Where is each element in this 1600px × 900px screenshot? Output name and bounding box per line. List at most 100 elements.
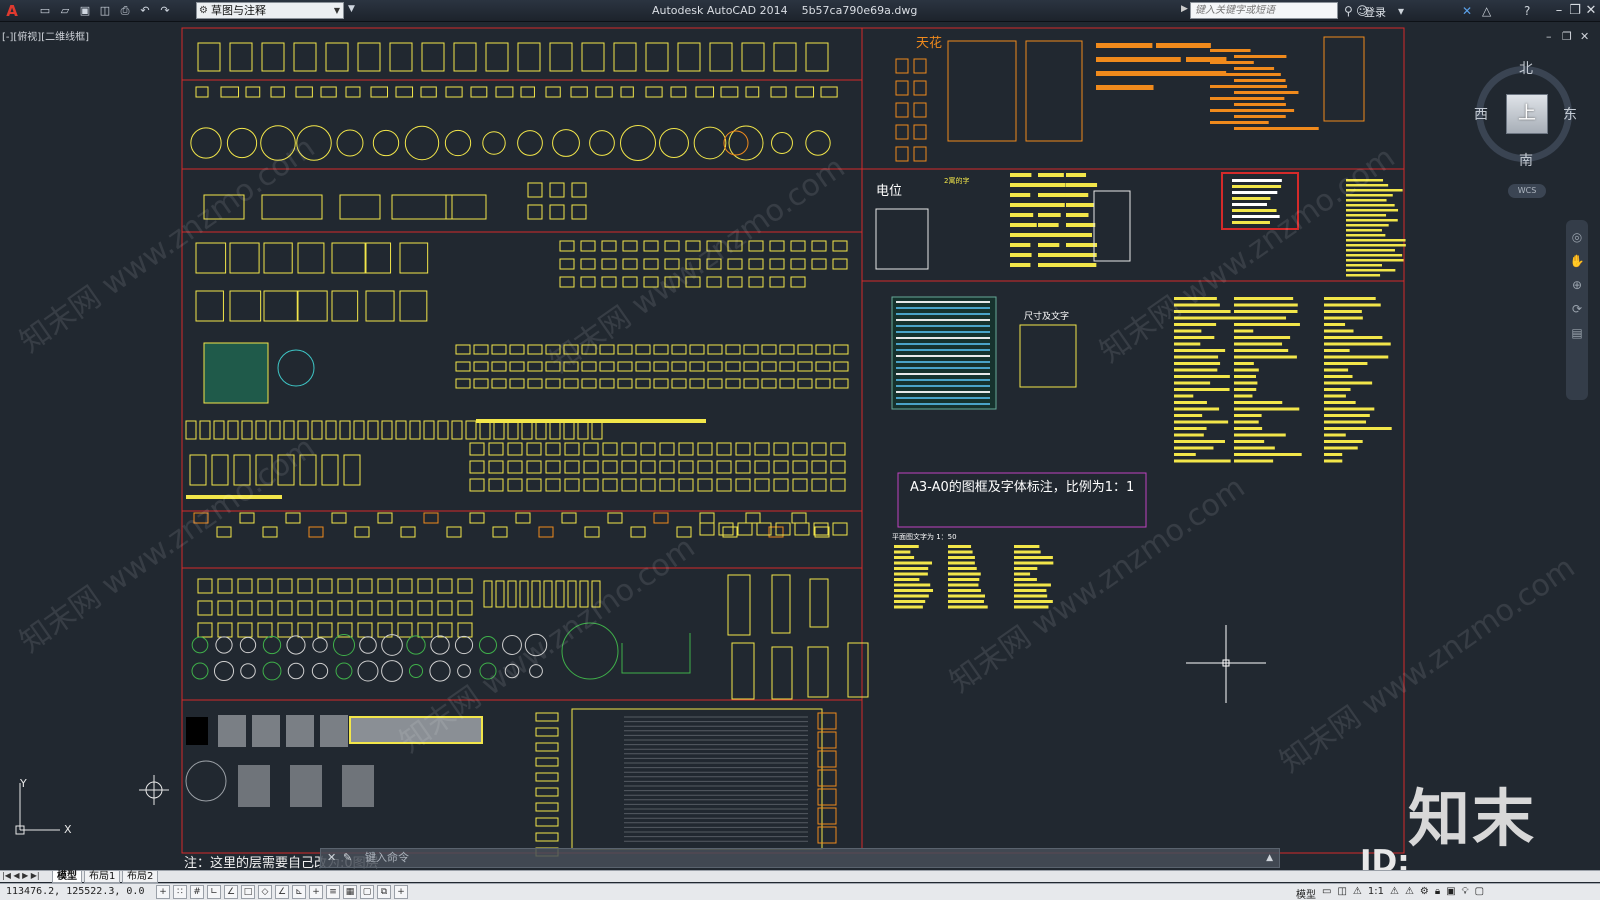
auto-scale-icon[interactable]: ⚠ — [1405, 886, 1414, 900]
app-menu-button[interactable]: A — [2, 2, 22, 20]
cad-block — [535, 802, 559, 812]
pan-icon[interactable]: ✋ — [1566, 254, 1588, 268]
cad-block — [895, 58, 909, 74]
cad-block — [761, 378, 777, 389]
viewport-controls[interactable]: [-][俯视][二维线框] — [2, 28, 89, 43]
cad-block — [735, 460, 751, 474]
cad-block — [507, 420, 519, 440]
close-button[interactable]: ✕ — [1580, 2, 1600, 20]
showmotion-icon[interactable]: ▤ — [1566, 326, 1588, 340]
undo-icon[interactable]: ↶ — [136, 3, 154, 19]
annotation-monitor-icon[interactable]: + — [394, 885, 408, 899]
ortho-icon[interactable]: ∟ — [207, 885, 221, 899]
text-sample — [1234, 303, 1298, 307]
quick-properties-icon[interactable]: ▢ — [360, 885, 374, 899]
model-space-toggle[interactable]: 模型 — [1296, 886, 1316, 900]
tab-layout2[interactable]: 布局2 — [122, 871, 159, 883]
orbit-icon[interactable]: ⟳ — [1566, 302, 1588, 316]
quick-view-icon[interactable]: ◫ — [1337, 886, 1346, 900]
viewcube-top-face[interactable]: 上 — [1506, 94, 1548, 134]
legend-bar — [1234, 79, 1286, 82]
lock-icon[interactable]: 🔒︎ — [1435, 886, 1440, 900]
layout-icon[interactable]: ▭ — [1322, 886, 1331, 900]
zoom-icon[interactable]: ⊕ — [1566, 278, 1588, 292]
tab-layout1[interactable]: 布局1 — [84, 871, 121, 883]
wcs-menu[interactable]: WCS — [1508, 184, 1546, 198]
clean-screen-icon[interactable]: ▢ — [1475, 886, 1484, 900]
polar-icon[interactable]: ∠ — [224, 885, 238, 899]
tab-model[interactable]: 模型 — [52, 871, 82, 883]
dynamic-input-icon[interactable]: + — [309, 885, 323, 899]
transparency-icon[interactable]: ▦ — [343, 885, 357, 899]
search-input[interactable]: 键入关键字或短语 — [1190, 2, 1338, 19]
login-dropdown-icon[interactable]: ▾ — [1398, 3, 1404, 19]
hardware-accel-icon[interactable]: ▣ — [1446, 886, 1455, 900]
selection-cycling-icon[interactable]: ⧉ — [377, 885, 391, 899]
legend-bar — [1126, 85, 1154, 90]
search-expand-icon[interactable]: ▶ — [1181, 4, 1188, 14]
isolate-icon[interactable]: 💡︎ — [1462, 886, 1469, 900]
text-sample — [948, 550, 973, 554]
cad-block — [521, 420, 533, 440]
command-line[interactable]: ✕ ✎ 键入命令 ▲ — [320, 848, 1280, 868]
lineweight-icon[interactable]: ≡ — [326, 885, 340, 899]
cad-symbol — [504, 663, 520, 679]
cad-block — [727, 574, 751, 636]
cad-block — [617, 344, 633, 355]
annotation-scale[interactable]: 1:1 — [1368, 886, 1384, 900]
cad-block — [563, 344, 579, 355]
osnap-icon[interactable]: □ — [241, 885, 255, 899]
doc-close-button[interactable]: ✕ — [1580, 30, 1589, 43]
viewcube[interactable]: 上 北 南 西 东 — [1474, 58, 1577, 170]
binoculars-icon[interactable]: ⚲ — [1344, 3, 1353, 19]
compass-east[interactable]: 东 — [1563, 104, 1577, 124]
cad-symbol — [589, 130, 615, 156]
doc-minimize-button[interactable]: – — [1546, 30, 1552, 43]
text-sample — [1174, 297, 1217, 300]
text-sample — [1174, 433, 1204, 437]
drawing-canvas[interactable]: 天花 电位 2寓的字 尺寸及文字 A3-A0的图框及字体标注，比例为1：1 平面图文字为 … — [0, 23, 1600, 871]
doc-restore-button[interactable]: ❐ — [1562, 30, 1572, 43]
grid-icon[interactable]: # — [190, 885, 204, 899]
otrack-icon[interactable]: ∠ — [275, 885, 289, 899]
compass-west[interactable]: 西 — [1474, 104, 1488, 124]
cad-block — [517, 42, 541, 72]
cad-block — [229, 42, 253, 72]
save-icon[interactable]: ▣ — [76, 3, 94, 19]
workspace-select[interactable]: ⚙ 草图与注释 ▼ — [196, 2, 344, 19]
annotation-scale-icon[interactable]: ⚠ — [1353, 886, 1362, 900]
chevron-up-icon[interactable]: ▲ — [1266, 849, 1273, 867]
qat-more-icon[interactable]: ▼ — [348, 4, 355, 14]
legend-bar — [1234, 55, 1287, 58]
compass-north[interactable]: 北 — [1519, 58, 1533, 78]
workspace-switch-icon[interactable]: ⚙ — [1420, 886, 1429, 900]
cad-block — [470, 86, 488, 98]
steering-wheel-icon[interactable]: ◎ — [1566, 230, 1588, 244]
new-file-icon[interactable]: ▭ — [36, 3, 54, 19]
redo-icon[interactable]: ↷ — [156, 3, 174, 19]
exchange-icon[interactable]: ✕ — [1462, 3, 1472, 19]
wrench-icon[interactable]: ✎ — [343, 849, 352, 867]
snap-mode-icon[interactable]: ∷ — [173, 885, 187, 899]
cad-block — [559, 258, 575, 270]
open-file-icon[interactable]: ▱ — [56, 3, 74, 19]
login-button[interactable]: 登录 — [1364, 4, 1386, 20]
command-input[interactable]: 键入命令 — [365, 849, 409, 867]
cad-block — [519, 580, 529, 608]
compass-south[interactable]: 南 — [1519, 150, 1533, 170]
infer-constraints-icon[interactable]: + — [156, 885, 170, 899]
cad-drawing-svg[interactable]: 天花电位 2寓的字尺寸及文字 A3-A0的图框及字体标注，比例为1：1 平面图文字为 … — [0, 23, 1600, 871]
cad-block — [409, 420, 421, 440]
label-plan-text: 平面图文字为 1：50 — [892, 532, 957, 541]
print-icon[interactable]: ⎙ — [116, 3, 134, 19]
tab-nav-arrows-icon[interactable]: |◀ ◀ ▶ ▶| — [2, 871, 40, 880]
annotation-visibility-icon[interactable]: ⚠ — [1390, 886, 1399, 900]
close-icon[interactable]: ✕ — [327, 849, 336, 867]
3d-osnap-icon[interactable]: ◇ — [258, 885, 272, 899]
help-icon[interactable]: ? — [1524, 3, 1530, 19]
autodesk360-icon[interactable]: △ — [1482, 3, 1491, 19]
cad-block — [437, 578, 453, 594]
save-as-icon[interactable]: ◫ — [96, 3, 114, 19]
cad-block — [913, 124, 927, 140]
ducs-icon[interactable]: ⊾ — [292, 885, 306, 899]
